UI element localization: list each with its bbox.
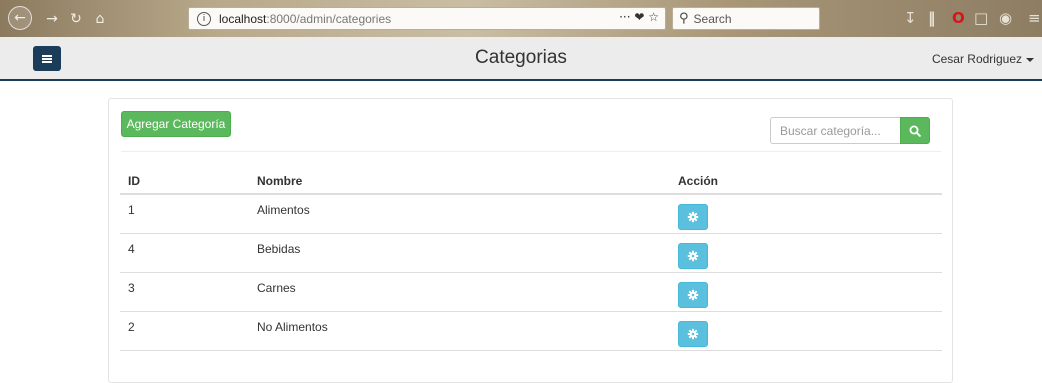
home-icon[interactable]: ⌂ bbox=[88, 7, 112, 31]
row-settings-button[interactable] bbox=[678, 320, 708, 347]
row-name: Alimentos bbox=[257, 202, 310, 217]
user-dropdown[interactable]: Cesar Rodriguez bbox=[932, 52, 1034, 66]
url-host: localhost bbox=[219, 11, 267, 26]
page-actions-icon[interactable]: ··· ❤ ☆ bbox=[619, 10, 659, 24]
extension-icon[interactable]: ◉ bbox=[999, 9, 1012, 27]
table-row: 4 Bebidas bbox=[120, 233, 942, 273]
row-id: 3 bbox=[128, 280, 135, 295]
browser-toolbar: ← → ↻ ⌂ i localhost:8000/admin/categorie… bbox=[0, 0, 1042, 37]
downloads-icon[interactable]: ↧ bbox=[904, 9, 917, 27]
url-text: localhost:8000/admin/categories bbox=[219, 12, 391, 26]
column-header-action: Acción bbox=[670, 168, 942, 195]
browser-search-field[interactable]: ⚲ Search bbox=[672, 7, 820, 30]
reload-icon[interactable]: ↻ bbox=[64, 7, 88, 31]
browser-search-placeholder: Search bbox=[693, 11, 732, 26]
row-name: No Alimentos bbox=[257, 319, 328, 334]
address-bar[interactable]: i localhost:8000/admin/categories ··· ❤ … bbox=[188, 7, 666, 30]
info-icon[interactable]: i bbox=[197, 11, 211, 26]
row-name: Carnes bbox=[257, 280, 296, 295]
row-id: 2 bbox=[128, 319, 135, 334]
forward-arrow-icon[interactable]: → bbox=[40, 7, 64, 31]
categories-panel: Agregar Categoría ID Nombre Acción 1 Ali… bbox=[108, 98, 953, 383]
add-category-button[interactable]: Agregar Categoría bbox=[121, 111, 231, 137]
row-id: 4 bbox=[128, 241, 135, 256]
table-row: 1 Alimentos bbox=[120, 194, 942, 234]
gear-icon bbox=[687, 289, 699, 300]
app-header: Categorias Cesar Rodriguez bbox=[0, 37, 1042, 81]
category-search-group bbox=[770, 117, 930, 144]
opera-icon[interactable]: O bbox=[952, 9, 965, 27]
row-settings-button[interactable] bbox=[678, 281, 708, 308]
back-arrow-icon[interactable]: ← bbox=[8, 6, 32, 30]
sidebar-toggle-icon[interactable]: □ bbox=[974, 9, 988, 27]
browser-menu-icon[interactable]: ≡ bbox=[1028, 9, 1041, 27]
search-button[interactable] bbox=[900, 117, 930, 144]
magnifier-icon: ⚲ bbox=[679, 11, 689, 26]
column-header-name[interactable]: Nombre bbox=[249, 168, 670, 195]
category-search-input[interactable] bbox=[770, 117, 900, 144]
library-icon[interactable]: ‖ bbox=[928, 9, 936, 27]
panel-divider bbox=[121, 151, 941, 152]
row-settings-button[interactable] bbox=[678, 242, 708, 269]
column-header-id[interactable]: ID bbox=[120, 168, 249, 195]
row-name: Bebidas bbox=[257, 241, 301, 256]
caret-down-icon bbox=[1026, 57, 1034, 62]
gear-icon bbox=[687, 250, 699, 261]
table-row: 2 No Alimentos bbox=[120, 311, 942, 351]
categories-table: ID Nombre Acción 1 Alimentos 4 Bebidas 3… bbox=[120, 168, 942, 351]
page-title: Categorias bbox=[475, 47, 567, 68]
row-id: 1 bbox=[128, 202, 135, 217]
search-icon bbox=[909, 125, 921, 137]
row-settings-button[interactable] bbox=[678, 203, 708, 230]
gear-icon bbox=[687, 328, 699, 339]
url-path: :8000/admin/categories bbox=[266, 11, 392, 26]
gear-icon bbox=[687, 211, 699, 222]
table-row: 3 Carnes bbox=[120, 272, 942, 312]
table-header-row: ID Nombre Acción bbox=[120, 168, 942, 195]
user-name: Cesar Rodriguez bbox=[931, 52, 1022, 66]
